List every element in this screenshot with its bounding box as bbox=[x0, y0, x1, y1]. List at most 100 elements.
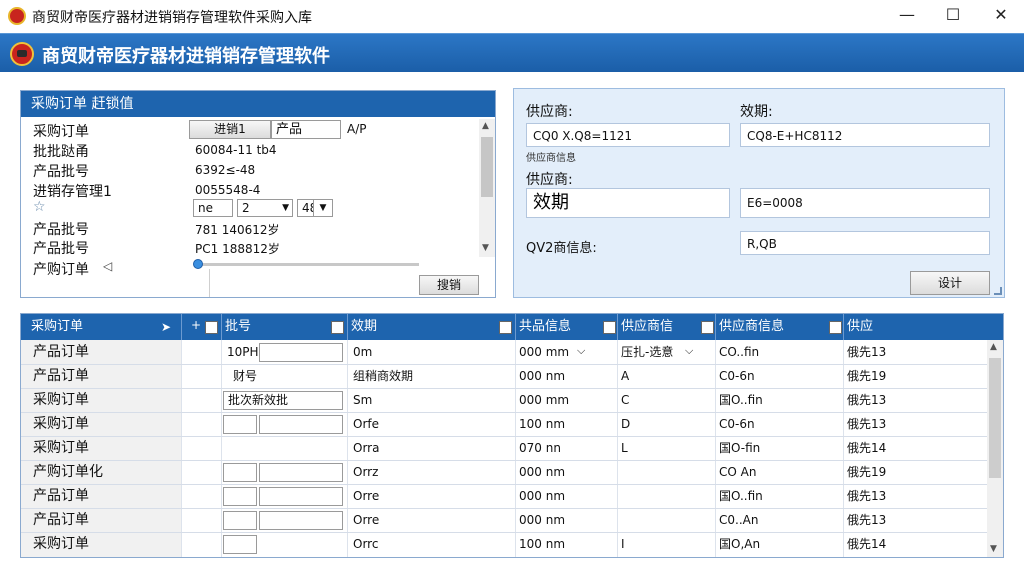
cell-order[interactable]: 产品订单 bbox=[33, 508, 89, 532]
cell-order[interactable]: 产品订单 bbox=[33, 484, 89, 508]
cell-order[interactable]: 采购订单 bbox=[33, 388, 89, 412]
supplier-input[interactable]: CQ0 X.Q8=1121 bbox=[526, 123, 730, 147]
cell-product-info[interactable]: 070 nn bbox=[519, 436, 561, 460]
cell-validity[interactable]: 0m bbox=[353, 340, 372, 364]
select-all-checkbox[interactable] bbox=[205, 321, 218, 334]
chevron-down-icon[interactable]: ▼ bbox=[313, 199, 333, 217]
column-header-order[interactable]: 采购订单 bbox=[31, 314, 84, 340]
cell-validity[interactable]: Sm bbox=[353, 388, 372, 412]
cell-validity[interactable]: Orra bbox=[353, 436, 379, 460]
cell-validity[interactable]: Orrz bbox=[353, 460, 378, 484]
column-checkbox[interactable] bbox=[331, 321, 344, 334]
close-button[interactable]: ✕ bbox=[978, 0, 1024, 32]
cell-supplier[interactable]: I bbox=[621, 532, 625, 556]
batch-input[interactable] bbox=[223, 415, 257, 434]
cell-validity[interactable]: 组稍商效期 bbox=[353, 364, 413, 388]
cell-order[interactable]: 采购订单 bbox=[33, 532, 89, 556]
scroll-up-icon[interactable]: ▲ bbox=[482, 121, 489, 131]
cell-supply[interactable]: 俄先13 bbox=[847, 340, 886, 364]
batch-input[interactable] bbox=[223, 511, 257, 530]
column-checkbox[interactable] bbox=[603, 321, 616, 334]
cell-supplier[interactable]: L bbox=[621, 436, 628, 460]
cell-supplier[interactable]: 压扎-选意 bbox=[621, 340, 673, 364]
cell-supply[interactable]: 俄先13 bbox=[847, 508, 886, 532]
cell-batch[interactable]: 财号 bbox=[233, 364, 257, 388]
cell-order[interactable]: 产品订单 bbox=[33, 340, 89, 364]
cell-supplier[interactable]: C bbox=[621, 388, 629, 412]
maximize-button[interactable]: ☐ bbox=[930, 0, 976, 32]
column-checkbox[interactable] bbox=[829, 321, 842, 334]
batch-input[interactable] bbox=[223, 463, 257, 482]
cell-validity[interactable]: Orfe bbox=[353, 412, 379, 436]
cell-validity[interactable]: Orrc bbox=[353, 532, 378, 556]
back-arrow-icon[interactable]: ◁ bbox=[103, 259, 112, 273]
cell-supply[interactable]: 俄先14 bbox=[847, 436, 886, 460]
cell-supply[interactable]: 俄先13 bbox=[847, 412, 886, 436]
cell-product-info[interactable]: 100 nm bbox=[519, 412, 565, 436]
minimize-button[interactable]: — bbox=[884, 0, 930, 32]
cell-product-info[interactable]: 000 nm bbox=[519, 460, 565, 484]
batch-input[interactable] bbox=[259, 343, 343, 362]
cell-order[interactable]: 采购订单 bbox=[33, 412, 89, 436]
validity-input[interactable]: CQ8-E+HC8112 bbox=[740, 123, 990, 147]
combo-select-b[interactable]: 2 ▼ bbox=[237, 199, 293, 217]
column-header-supplier-info[interactable]: 供应商信息 bbox=[719, 314, 785, 340]
scroll-down-icon[interactable]: ▼ bbox=[990, 544, 997, 554]
scrollbar-thumb[interactable] bbox=[481, 137, 493, 197]
slider-track[interactable] bbox=[197, 263, 419, 266]
cell-supply[interactable]: 俄先19 bbox=[847, 460, 886, 484]
cell-validity[interactable]: Orre bbox=[353, 484, 379, 508]
cell-supplier[interactable]: D bbox=[621, 412, 630, 436]
cell-supplier-info[interactable]: 国O..fin bbox=[719, 484, 763, 508]
cell-order[interactable]: 采购订单 bbox=[33, 436, 89, 460]
validity-big-field[interactable]: 效期 bbox=[526, 188, 730, 218]
cell-batch[interactable]: 10PH bbox=[227, 340, 259, 364]
batch-input[interactable] bbox=[259, 487, 343, 506]
batch-input[interactable] bbox=[259, 511, 343, 530]
cell-product-info[interactable]: 000 mm bbox=[519, 340, 569, 364]
cell-supplier-info[interactable]: C0..An bbox=[719, 508, 758, 532]
batch-input[interactable]: 批次新效批 bbox=[223, 391, 343, 410]
scroll-down-icon[interactable]: ▼ bbox=[482, 243, 489, 253]
column-header-validity[interactable]: 效期 bbox=[351, 314, 378, 340]
column-checkbox[interactable] bbox=[499, 321, 512, 334]
scroll-up-icon[interactable]: ▲ bbox=[990, 342, 997, 352]
resize-grip-icon[interactable] bbox=[994, 287, 1002, 295]
cell-order[interactable]: 产品订单 bbox=[33, 364, 89, 388]
info-input[interactable]: R,QB bbox=[740, 231, 990, 255]
column-checkbox[interactable] bbox=[701, 321, 714, 334]
cell-product-info[interactable]: 000 nm bbox=[519, 364, 565, 388]
column-header-supply[interactable]: 供应 bbox=[847, 314, 874, 340]
tab-button[interactable]: 进销1 bbox=[189, 120, 271, 139]
cell-product-info[interactable]: 000 nm bbox=[519, 484, 565, 508]
cell-supply[interactable]: 俄先14 bbox=[847, 532, 886, 556]
combo-input-a[interactable]: nе bbox=[193, 199, 233, 217]
search-button[interactable]: 搜销 bbox=[419, 275, 479, 295]
chevron-down-icon[interactable]: ⌵ bbox=[685, 344, 693, 358]
cell-supply[interactable]: 俄先13 bbox=[847, 388, 886, 412]
cell-order[interactable]: 产购订单化 bbox=[33, 460, 103, 484]
column-header-batch[interactable]: 批号 bbox=[225, 314, 252, 340]
cell-validity[interactable]: Orre bbox=[353, 508, 379, 532]
cell-product-info[interactable]: 100 nm bbox=[519, 532, 565, 556]
design-button[interactable]: 设计 bbox=[910, 271, 990, 295]
cell-product-info[interactable]: 000 mm bbox=[519, 388, 569, 412]
validity-value-input[interactable]: E6=0008 bbox=[740, 188, 990, 218]
column-header-supplier[interactable]: 供应商信 bbox=[621, 314, 674, 340]
cell-supply[interactable]: 俄先19 bbox=[847, 364, 886, 388]
cell-supplier-info[interactable]: 国O-fin bbox=[719, 436, 760, 460]
batch-input[interactable] bbox=[259, 415, 343, 434]
batch-input[interactable] bbox=[223, 487, 257, 506]
batch-input[interactable] bbox=[259, 463, 343, 482]
cell-supplier-info[interactable]: CO..fin bbox=[719, 340, 759, 364]
product-field[interactable]: 产品 bbox=[271, 120, 341, 139]
cell-supplier-info[interactable]: 国O,An bbox=[719, 532, 760, 556]
slider-thumb[interactable] bbox=[193, 259, 203, 269]
cell-supplier[interactable]: A bbox=[621, 364, 629, 388]
cell-supplier-info[interactable]: 国O..fin bbox=[719, 388, 763, 412]
batch-input[interactable] bbox=[223, 535, 257, 554]
cell-supplier-info[interactable]: CO An bbox=[719, 460, 756, 484]
cell-supply[interactable]: 俄先13 bbox=[847, 484, 886, 508]
column-header-product-info[interactable]: 共品信息 bbox=[519, 314, 572, 340]
cell-supplier-info[interactable]: C0-6n bbox=[719, 364, 755, 388]
